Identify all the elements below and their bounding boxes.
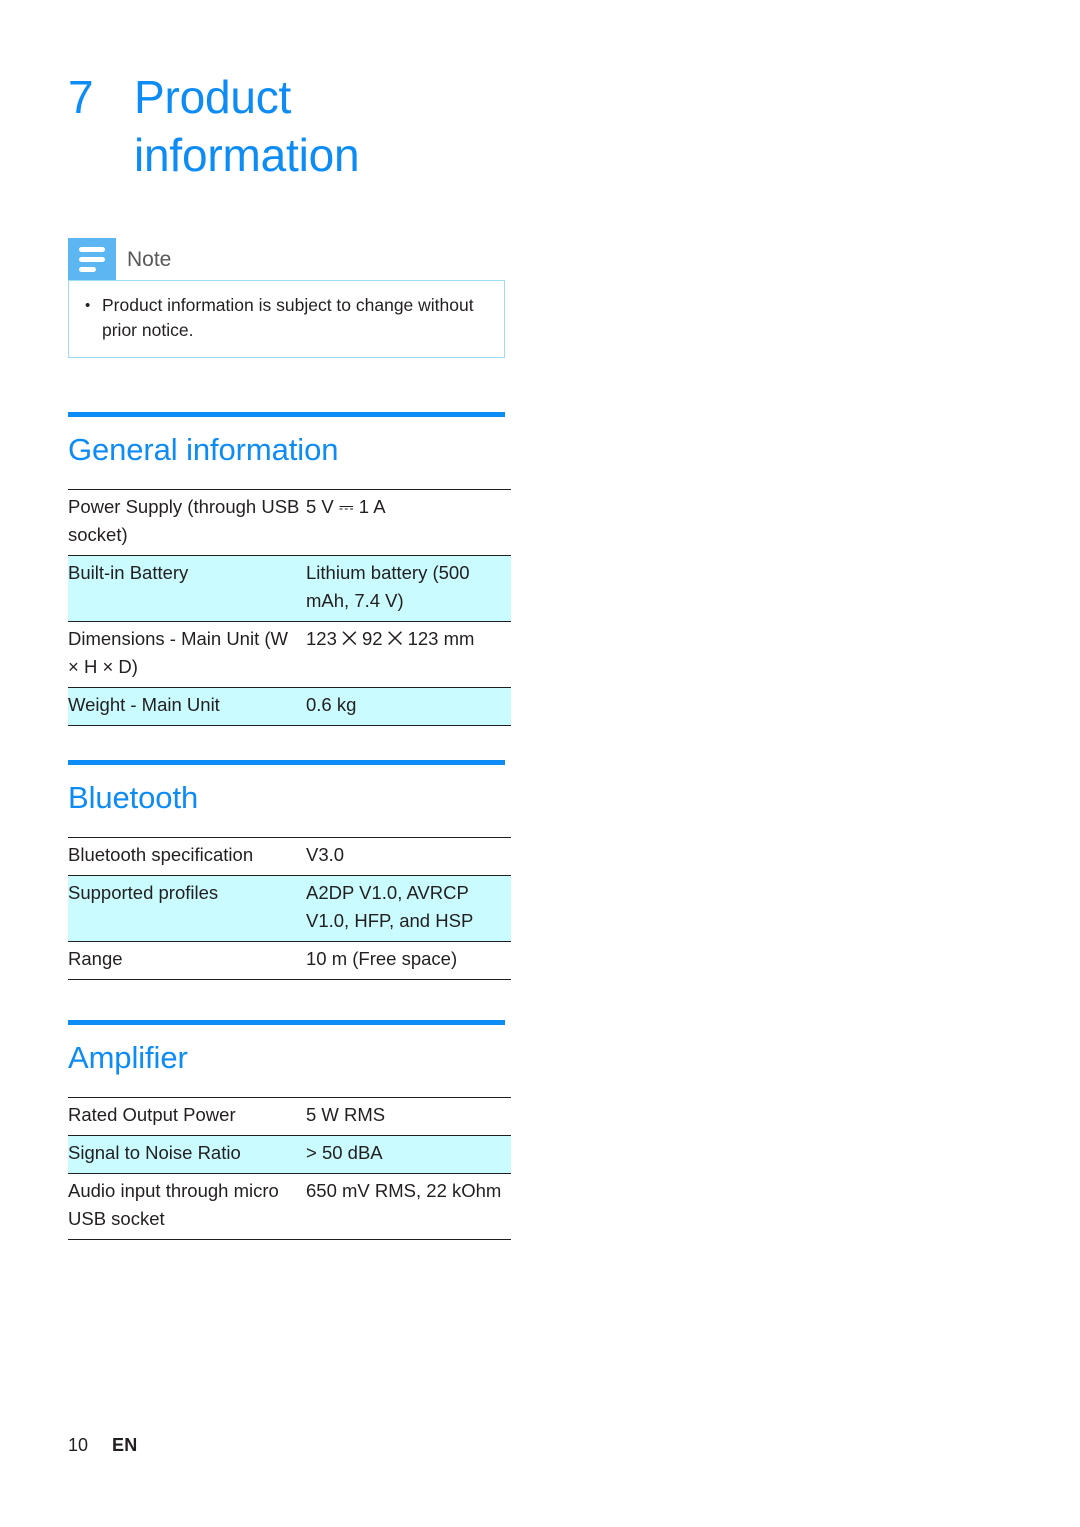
table-row: Range 10 m (Free space) — [68, 941, 511, 980]
spec-value: 5 W RMS — [306, 1097, 511, 1136]
note-header: Note — [68, 238, 505, 280]
table-row: Dimensions - Main Unit (W × H × D) 123 ⨉… — [68, 621, 511, 688]
spec-value: Lithium battery (500 mAh, 7.4 V) — [306, 555, 511, 622]
footer-page-number: 10 — [68, 1435, 89, 1455]
section-rule — [68, 760, 505, 765]
spec-key: Rated Output Power — [68, 1097, 306, 1136]
note-text: Product information is subject to change… — [102, 295, 474, 340]
spec-key: Weight - Main Unit — [68, 687, 306, 726]
table-row: Signal to Noise Ratio > 50 dBA — [68, 1135, 511, 1174]
spec-value: 5 V ⎓ 1 A — [306, 489, 511, 556]
table-row: Audio input through micro USB socket 650… — [68, 1173, 511, 1240]
note-body: • Product information is subject to chan… — [68, 280, 505, 358]
spec-key: Bluetooth specification — [68, 837, 306, 876]
spec-value: 10 m (Free space) — [306, 941, 511, 980]
table-row: Built-in Battery Lithium battery (500 mA… — [68, 555, 511, 622]
chapter-title-line-1: Product — [134, 71, 292, 123]
spec-key: Audio input through micro USB socket — [68, 1173, 306, 1240]
footer-language: EN — [112, 1435, 138, 1455]
note-list-item: • Product information is subject to chan… — [85, 293, 488, 343]
table-row: Rated Output Power 5 W RMS — [68, 1097, 511, 1136]
note-icon-bar-1 — [79, 246, 105, 252]
spec-key: Power Supply (through USB socket) — [68, 489, 306, 556]
note-lines-icon — [68, 238, 116, 280]
note-callout: Note • Product information is subject to… — [68, 238, 505, 358]
spec-value: > 50 dBA — [306, 1135, 511, 1174]
spec-table-general-information: Power Supply (through USB socket) 5 V ⎓ … — [68, 489, 511, 726]
spec-key: Range — [68, 941, 306, 980]
page-footer: 10 EN — [68, 1434, 138, 1456]
document-page: 7 Product information Note • Product inf… — [0, 0, 1080, 1527]
spec-value: 0.6 kg — [306, 687, 511, 726]
section-rule — [68, 412, 505, 417]
chapter-title-line-2: information — [134, 129, 360, 181]
spec-table-bluetooth: Bluetooth specification V3.0 Supported p… — [68, 837, 511, 980]
spec-key: Dimensions - Main Unit (W × H × D) — [68, 621, 306, 688]
table-row: Weight - Main Unit 0.6 kg — [68, 687, 511, 726]
spec-key: Built-in Battery — [68, 555, 306, 622]
spec-value: V3.0 — [306, 837, 511, 876]
table-row: Power Supply (through USB socket) 5 V ⎓ … — [68, 489, 511, 556]
table-row: Supported profiles A2DP V1.0, AVRCP V1.0… — [68, 875, 511, 942]
spec-value: 123 ⨉ 92 ⨉ 123 mm — [306, 621, 511, 688]
spec-key: Signal to Noise Ratio — [68, 1135, 306, 1174]
page-title: 7 Product information — [68, 68, 538, 184]
spec-value: A2DP V1.0, AVRCP V1.0, HFP, and HSP — [306, 875, 511, 942]
table-row: Bluetooth specification V3.0 — [68, 837, 511, 876]
chapter-number: 7 — [68, 71, 94, 123]
section-heading: Amplifier — [68, 1040, 188, 1075]
spec-key: Supported profiles — [68, 875, 306, 942]
chapter-title: Product information — [134, 68, 538, 184]
spec-value: 650 mV RMS, 22 kOhm — [306, 1173, 511, 1240]
section-heading: Bluetooth — [68, 780, 199, 815]
note-icon-bar-2 — [79, 256, 105, 262]
section-bluetooth: Bluetooth Bluetooth specification V3.0 S… — [68, 760, 511, 980]
section-amplifier: Amplifier Rated Output Power 5 W RMS Sig… — [68, 1020, 511, 1240]
section-heading: General information — [68, 432, 339, 467]
spec-table-amplifier: Rated Output Power 5 W RMS Signal to Noi… — [68, 1097, 511, 1240]
section-general-information: General information Power Supply (throug… — [68, 412, 511, 726]
note-icon-bar-3 — [79, 266, 96, 272]
note-label: Note — [127, 247, 172, 271]
bullet-icon: • — [85, 297, 91, 314]
section-rule — [68, 1020, 505, 1025]
